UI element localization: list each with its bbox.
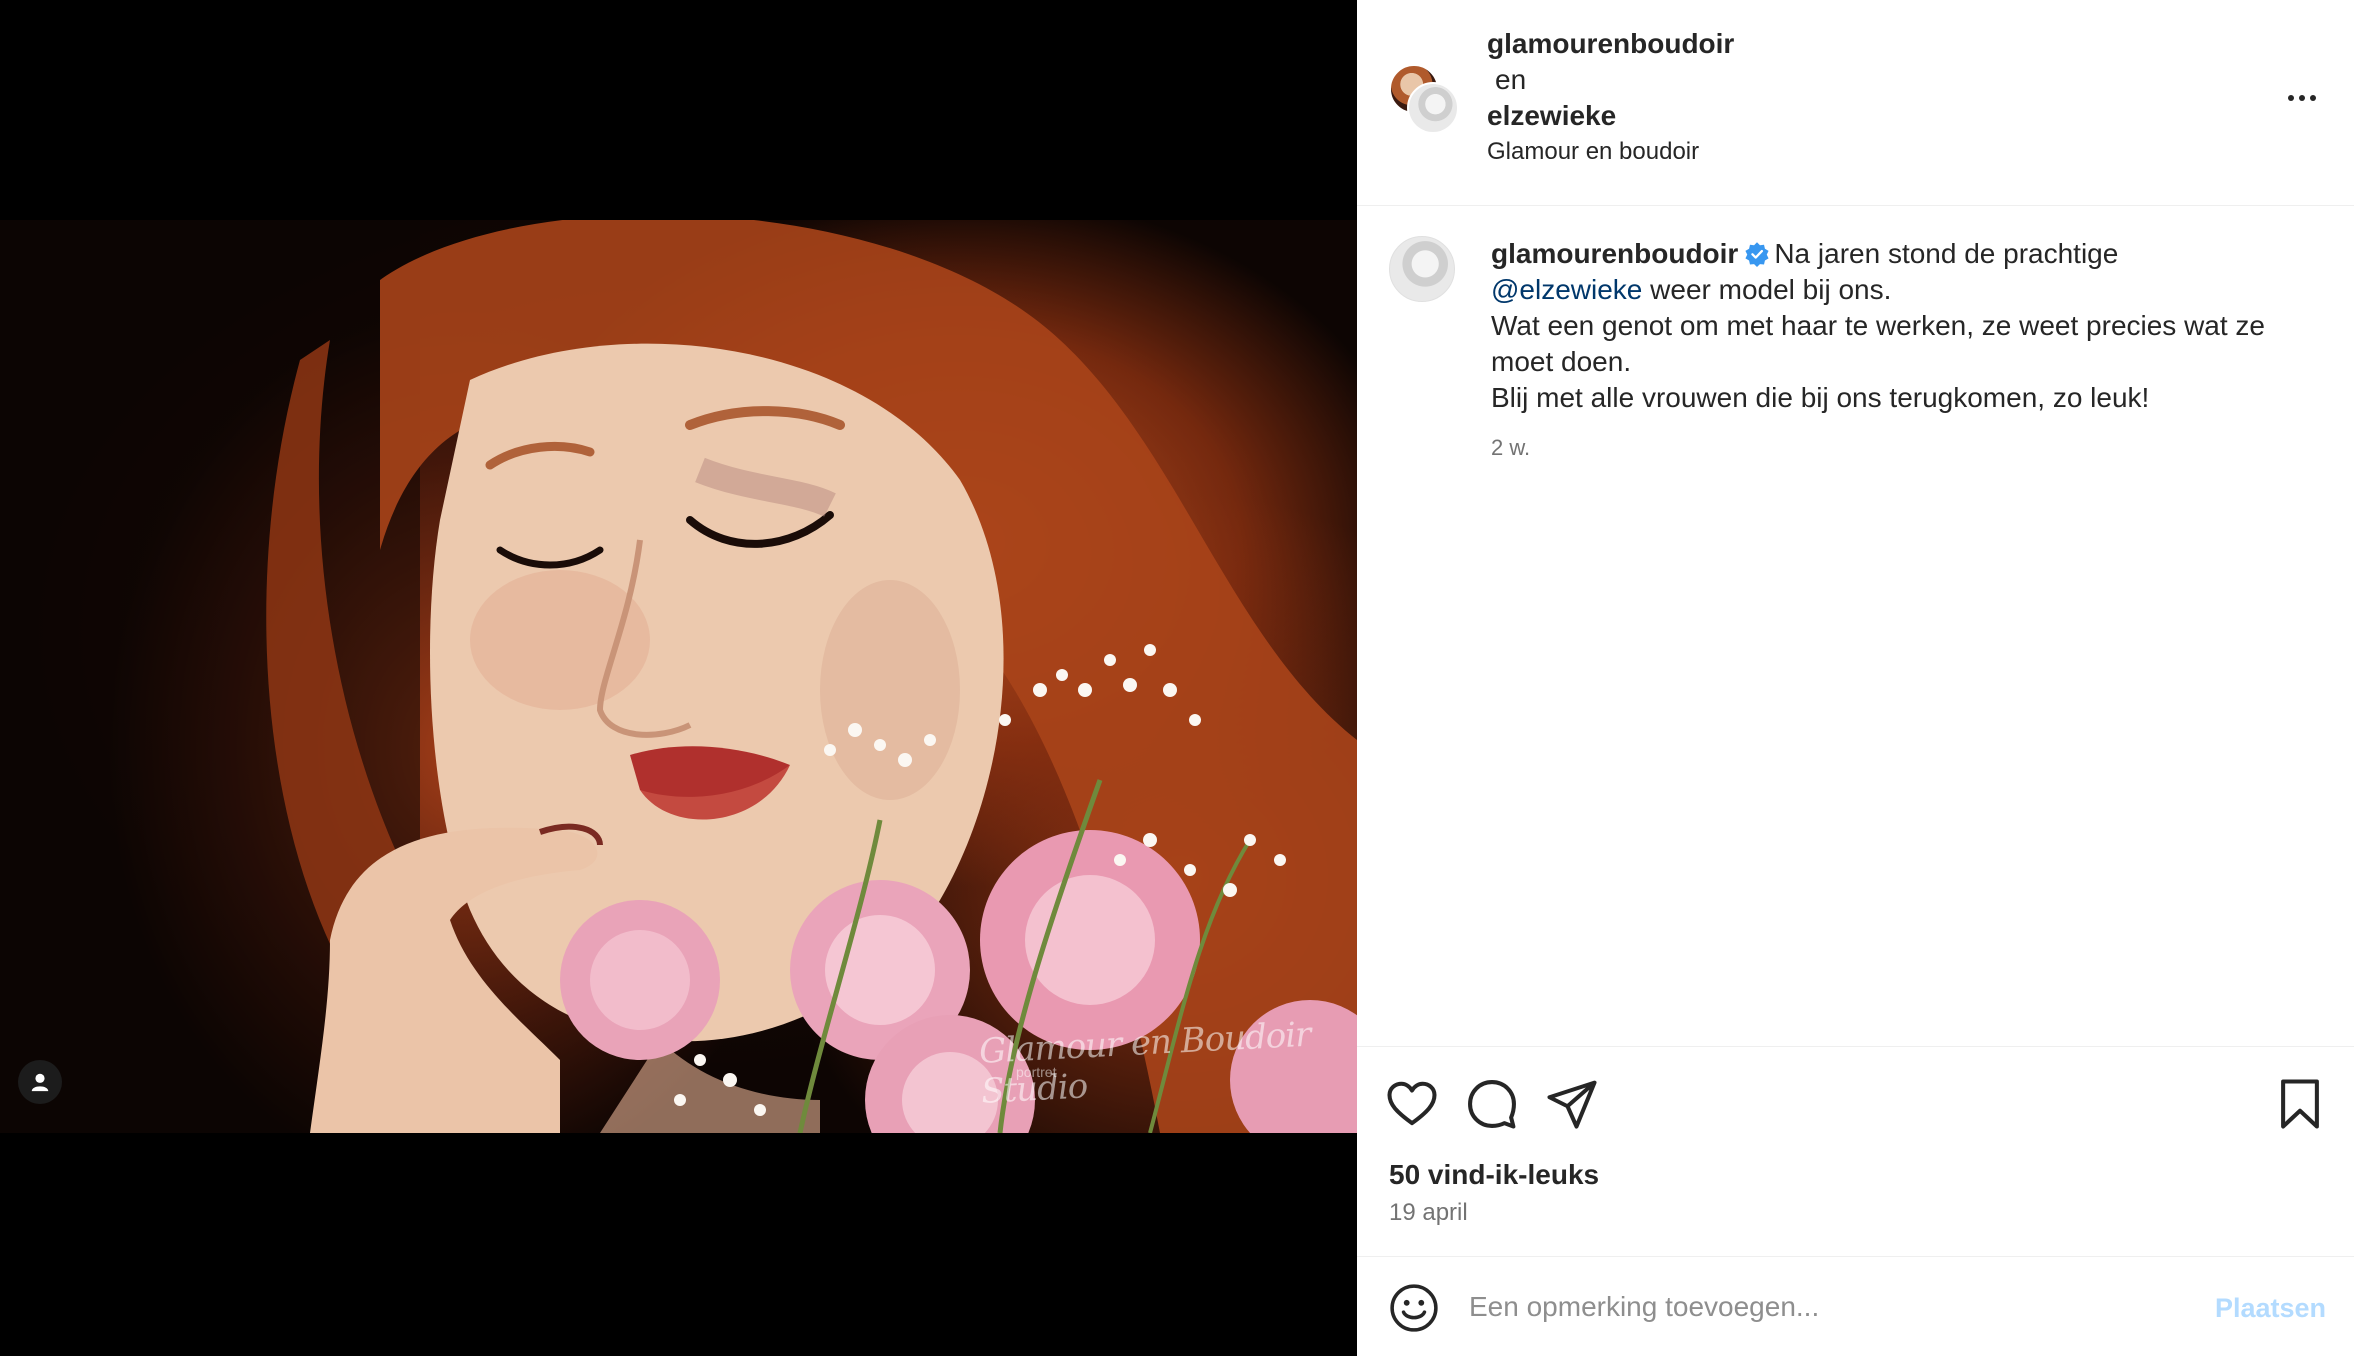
post-comment-button[interactable]: Plaatsen (2215, 1293, 2326, 1324)
caption-text-1: Na jaren stond de prachtige (1774, 238, 2119, 269)
verified-badge-icon (1745, 242, 1769, 267)
comment-input[interactable] (1469, 1279, 2189, 1335)
send-icon[interactable] (1545, 1077, 1599, 1131)
portrait-illustration (0, 220, 1357, 1133)
bookmark-icon[interactable] (2273, 1077, 2327, 1131)
actions-bar: 50 vind-ik-leuks 19 april (1357, 1046, 2354, 1256)
emoji-icon[interactable] (1389, 1283, 1439, 1333)
header-joiner: en (1495, 64, 1527, 95)
more-dot (2310, 95, 2316, 101)
caption-username[interactable]: glamourenboudoir (1491, 238, 1738, 269)
post-header: glamourenboudoir en elzewieke Glamour en… (1357, 0, 2354, 206)
caption-avatar[interactable] (1389, 236, 1455, 302)
caption-text-2: weer model bij ons. (1650, 274, 1892, 305)
header-user-link-1[interactable]: glamourenboudoir (1487, 26, 1734, 62)
user-tag-button[interactable] (18, 1060, 62, 1104)
comment-bar: Plaatsen (1357, 1256, 2354, 1356)
more-dot (2299, 95, 2305, 101)
post-media-pane[interactable]: Glamour en Boudoir Studio portret (0, 0, 1357, 1356)
more-options-button[interactable] (2280, 80, 2324, 116)
location-link[interactable]: Glamour en boudoir (1487, 134, 1734, 170)
caption-text-4: Blij met alle vrouwen die bij ons terugk… (1491, 382, 2150, 413)
post-photo[interactable]: Glamour en Boudoir Studio portret (0, 220, 1357, 1133)
caption-body: glamourenboudoir Na jaren stond de prach… (1491, 236, 2321, 466)
avatar-elzewieke[interactable] (1407, 82, 1459, 134)
comment-icon[interactable] (1465, 1077, 1519, 1131)
post-side-panel: glamourenboudoir en elzewieke Glamour en… (1357, 0, 2354, 1356)
caption-timestamp[interactable]: 2 w. (1491, 430, 2321, 466)
more-dot (2288, 95, 2294, 101)
header-text: glamourenboudoir en elzewieke Glamour en… (1487, 26, 1734, 170)
likes-count[interactable]: 50 vind-ik-leuks (1389, 1159, 1599, 1191)
caption-text-3: Wat een genot om met haar te werken, ze … (1491, 310, 2266, 377)
post-date[interactable]: 19 april (1389, 1199, 1468, 1227)
caption-mention-link[interactable]: @elzewieke (1491, 274, 1642, 305)
caption-area: glamourenboudoir Na jaren stond de prach… (1357, 206, 2354, 1046)
collab-avatars[interactable] (1389, 64, 1459, 134)
heart-icon[interactable] (1385, 1077, 1439, 1131)
header-user-link-2[interactable]: elzewieke (1487, 98, 1734, 134)
watermark-sub: portret (1016, 1064, 1057, 1080)
user-tag-icon (31, 1073, 49, 1092)
